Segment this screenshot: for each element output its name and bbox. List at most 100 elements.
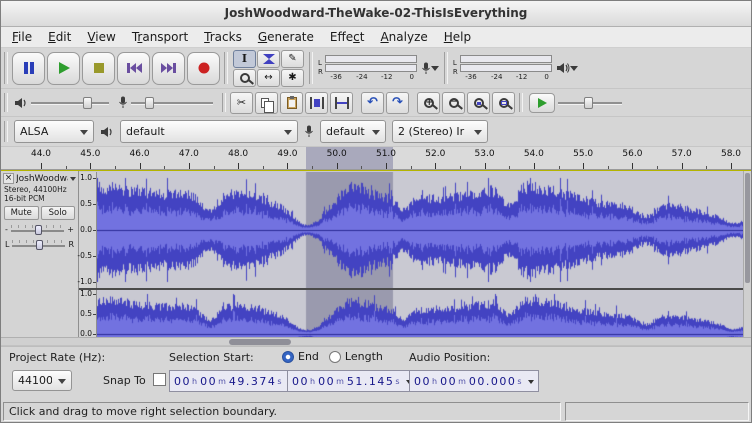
waveform-right-channel[interactable] bbox=[97, 290, 745, 337]
menu-analyze[interactable]: Analyze bbox=[372, 29, 435, 45]
menu-effect[interactable]: Effect bbox=[322, 29, 373, 45]
track-menu-arrow-icon[interactable] bbox=[70, 177, 76, 184]
end-radio[interactable] bbox=[282, 351, 294, 363]
recording-device-combo[interactable]: default bbox=[320, 120, 386, 143]
track-name[interactable]: JoshWoodwa bbox=[16, 174, 68, 184]
undo-button[interactable]: ↶ bbox=[361, 92, 384, 114]
redo-button[interactable]: ↷ bbox=[386, 92, 409, 114]
paste-button[interactable] bbox=[280, 92, 303, 114]
audio-position-minutes[interactable]: 00 bbox=[440, 375, 457, 388]
project-rate-combo[interactable]: 44100 bbox=[12, 370, 72, 391]
menu-help[interactable]: Help bbox=[436, 29, 479, 45]
menu-edit[interactable]: Edit bbox=[40, 29, 79, 45]
pan-slider[interactable] bbox=[12, 239, 65, 251]
meter-bar-left bbox=[460, 55, 552, 63]
snap-to-checkbox[interactable] bbox=[153, 373, 166, 386]
recording-volume-thumb[interactable] bbox=[145, 97, 154, 109]
recording-channels-combo[interactable]: 2 (Stereo) Ir bbox=[392, 120, 488, 143]
playback-meter[interactable]: LR -36-24-120 bbox=[453, 55, 578, 82]
envelope-tool-button[interactable] bbox=[257, 50, 280, 68]
solo-button[interactable]: Solo bbox=[41, 206, 76, 220]
waveform-left-channel[interactable] bbox=[97, 172, 745, 288]
titlebar[interactable]: JoshWoodward-TheWake-02-ThisIsEverything bbox=[1, 1, 751, 27]
menu-generate[interactable]: Generate bbox=[250, 29, 322, 45]
horizontal-scrollbar-thumb[interactable] bbox=[229, 339, 291, 345]
playback-device-combo[interactable]: default bbox=[120, 120, 298, 143]
horizontal-scrollbar[interactable] bbox=[1, 337, 751, 346]
tools-toolbar-grabber[interactable] bbox=[224, 52, 228, 84]
vertical-scrollbar[interactable] bbox=[743, 171, 751, 337]
transport-toolbar-grabber[interactable] bbox=[4, 52, 8, 84]
recording-meter[interactable]: LR -36-24-120 bbox=[318, 55, 439, 82]
selection-tool-icon: I bbox=[242, 53, 247, 64]
menu-file[interactable]: File bbox=[4, 29, 40, 45]
close-track-icon[interactable]: × bbox=[3, 173, 14, 184]
silence-audio-button[interactable] bbox=[330, 92, 353, 114]
record-icon bbox=[197, 61, 211, 75]
selection-start-hours[interactable]: 00 bbox=[174, 375, 191, 388]
audio-position-seconds[interactable]: 00.000 bbox=[469, 375, 517, 388]
record-button[interactable] bbox=[187, 52, 220, 85]
play-at-speed-grabber[interactable] bbox=[519, 93, 523, 112]
selection-end-minutes[interactable]: 00 bbox=[318, 375, 335, 388]
vertical-ruler-left-channel[interactable]: 1.00.50.0-0.5-1.0 bbox=[79, 172, 97, 288]
gain-slider-thumb[interactable] bbox=[35, 225, 42, 235]
draw-tool-button[interactable]: ✎ bbox=[281, 50, 304, 68]
vertical-ruler-right-channel[interactable]: 1.00.50.0 bbox=[79, 290, 97, 337]
multi-tool-button[interactable]: ✱ bbox=[281, 69, 304, 87]
copy-button[interactable] bbox=[255, 92, 278, 114]
playback-volume-thumb[interactable] bbox=[83, 97, 92, 109]
audio-host-combo[interactable]: ALSA bbox=[14, 120, 94, 143]
pause-button[interactable] bbox=[12, 52, 45, 85]
skip-to-start-button[interactable] bbox=[117, 52, 150, 85]
trim-audio-button[interactable] bbox=[305, 92, 328, 114]
zoom-tool-button[interactable] bbox=[233, 69, 256, 87]
edit-toolbar-grabber[interactable] bbox=[222, 93, 226, 112]
selection-tool-button[interactable]: I bbox=[233, 50, 256, 68]
play-speed-slider[interactable] bbox=[558, 95, 622, 111]
recording-meter-grabber[interactable] bbox=[309, 52, 313, 84]
length-radio-label[interactable]: Length bbox=[345, 350, 383, 363]
vertical-scrollbar-thumb[interactable] bbox=[745, 173, 750, 283]
length-radio[interactable] bbox=[329, 351, 341, 363]
skip-to-end-button[interactable] bbox=[152, 52, 185, 85]
menu-view[interactable]: View bbox=[79, 29, 123, 45]
audio-position-time[interactable]: 00h 00m 00.000s bbox=[409, 370, 539, 392]
ruler-tick-minor bbox=[66, 166, 67, 169]
recording-meter-dropdown[interactable] bbox=[421, 61, 439, 75]
zoom-out-button[interactable] bbox=[442, 92, 465, 114]
mixer-toolbar-grabber[interactable] bbox=[4, 93, 8, 112]
playback-meter-dropdown[interactable] bbox=[556, 61, 578, 75]
audio-position-hours[interactable]: 00 bbox=[414, 375, 431, 388]
playback-meter-grabber[interactable] bbox=[444, 52, 448, 84]
selection-end-hours[interactable]: 00 bbox=[292, 375, 309, 388]
selection-end-seconds[interactable]: 51.145 bbox=[347, 375, 395, 388]
device-toolbar-grabber[interactable] bbox=[4, 121, 8, 142]
recording-volume-slider[interactable] bbox=[131, 95, 213, 111]
selection-end-time[interactable]: 00h 00m 51.145s bbox=[287, 370, 417, 392]
fit-project-button[interactable] bbox=[492, 92, 515, 114]
timeline-ruler[interactable]: 44.045.046.047.048.049.050.051.052.053.0… bbox=[1, 147, 751, 170]
pan-slider-thumb[interactable] bbox=[36, 240, 43, 250]
zoom-in-button[interactable] bbox=[417, 92, 440, 114]
gain-slider[interactable] bbox=[11, 224, 64, 236]
stop-button[interactable] bbox=[82, 52, 115, 85]
play-button[interactable] bbox=[47, 52, 80, 85]
end-radio-label[interactable]: End bbox=[298, 350, 319, 363]
playback-volume-slider[interactable] bbox=[31, 95, 109, 111]
selection-start-time[interactable]: 00h 00m 49.374s bbox=[169, 370, 299, 392]
mute-button[interactable]: Mute bbox=[4, 206, 39, 220]
play-at-speed-button[interactable] bbox=[529, 93, 555, 113]
menu-transport[interactable]: Transport bbox=[124, 29, 196, 45]
timeshift-tool-button[interactable]: ↔ bbox=[257, 69, 280, 87]
fit-selection-button[interactable] bbox=[467, 92, 490, 114]
ruler-time-label: 51.0 bbox=[376, 149, 396, 159]
selection-start-minutes[interactable]: 00 bbox=[200, 375, 217, 388]
play-speed-thumb[interactable] bbox=[584, 97, 593, 109]
cut-button[interactable]: ✂ bbox=[230, 92, 253, 114]
selection-start-seconds[interactable]: 49.374 bbox=[229, 375, 277, 388]
recording-device-icon bbox=[304, 125, 314, 138]
chevron-down-icon[interactable] bbox=[528, 380, 534, 387]
menu-tracks[interactable]: Tracks bbox=[196, 29, 250, 45]
zoom-in-icon bbox=[424, 98, 434, 108]
